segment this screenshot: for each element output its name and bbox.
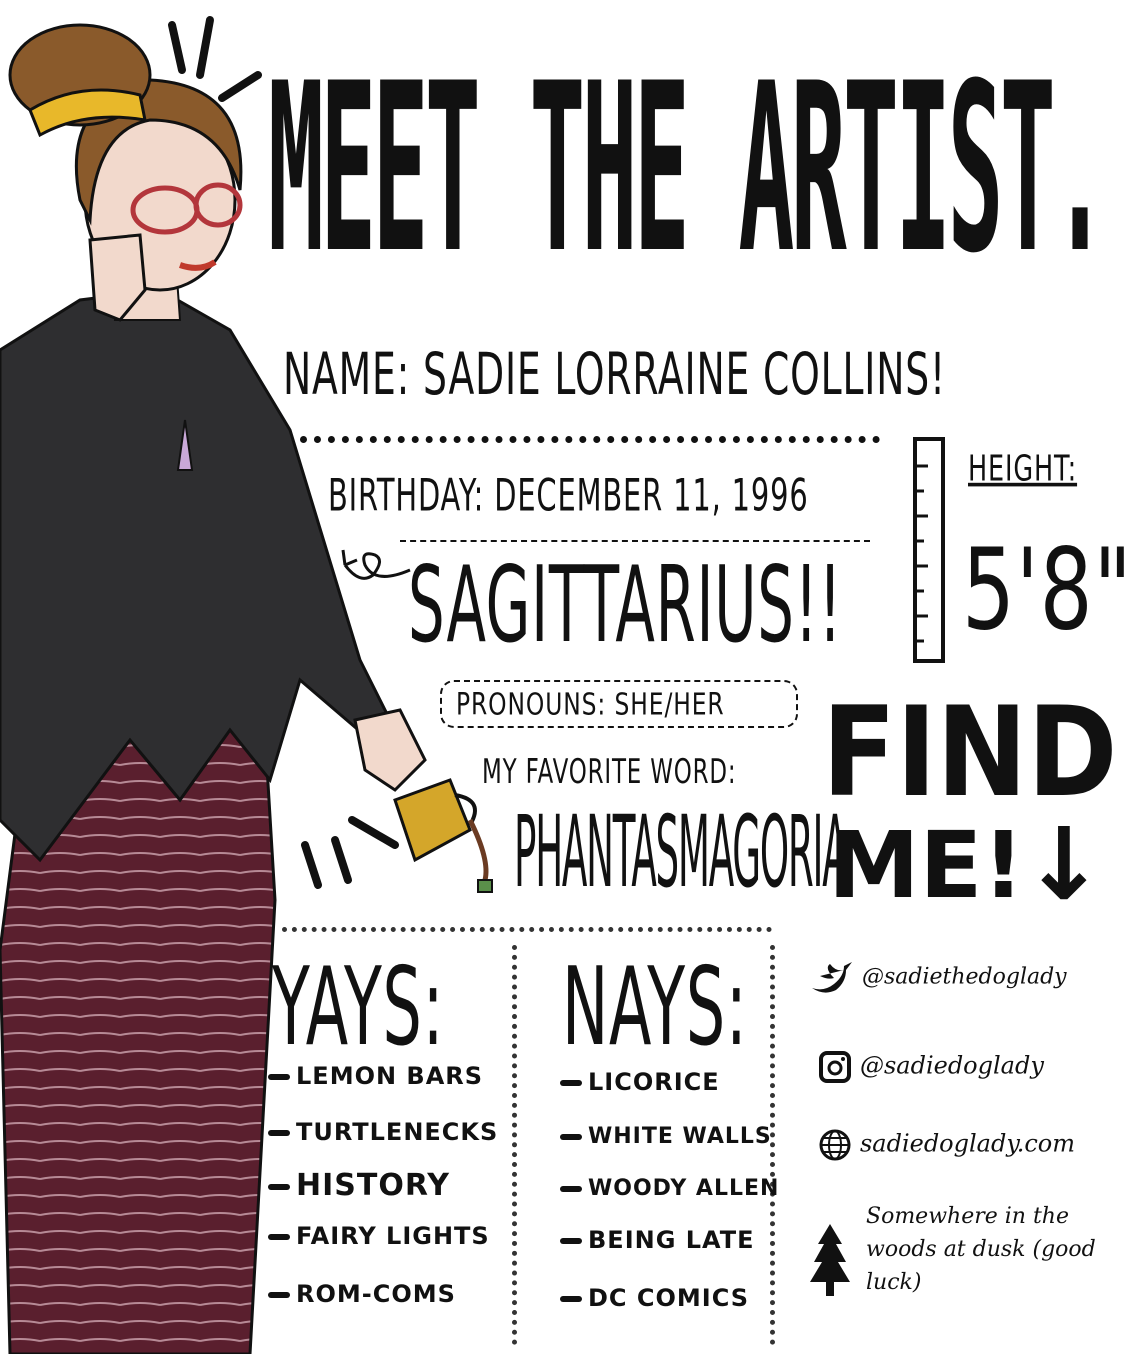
tree-icon	[810, 1224, 850, 1296]
twitter-icon	[812, 962, 852, 993]
find-me-line2: ME!	[828, 812, 1025, 919]
social-instagram[interactable]: @sadiedoglady	[818, 1050, 1044, 1084]
lists-middle-border	[512, 945, 517, 1345]
globe-icon	[819, 1129, 851, 1161]
dashed-divider	[400, 540, 870, 542]
find-me-line1: FIND	[822, 679, 1118, 825]
list-item: WOODY ALLEN	[560, 1176, 779, 1201]
website-link: sadiedoglady.com	[859, 1129, 1075, 1158]
social-twitter[interactable]: @sadiethedoglady	[810, 960, 1067, 994]
twitter-handle: @sadiethedoglady	[861, 964, 1067, 990]
list-item: LEMON BARS	[268, 1062, 483, 1090]
name-line: NAME: SADIE LORRAINE COLLINS!	[283, 340, 946, 408]
favorite-word: PHANTASMAGORIA	[514, 795, 848, 911]
instagram-icon	[819, 1051, 851, 1083]
list-item: ROM-COMS	[268, 1280, 456, 1308]
birthday-line: BIRTHDAY: DECEMBER 11, 1996	[328, 470, 809, 522]
height-value: 5'8"	[962, 525, 1125, 657]
list-item: DC COMICS	[560, 1284, 749, 1312]
list-item: BEING LATE	[560, 1226, 755, 1254]
woods-text: Somewhere in the woods at dusk (good luc…	[866, 1204, 1096, 1295]
dotted-divider	[300, 436, 880, 443]
favorite-word-label: MY FAVORITE WORD:	[482, 752, 737, 792]
instagram-handle: @sadiedoglady	[859, 1051, 1044, 1080]
title-wrap: MEET THE ARTIST.	[268, 20, 1108, 320]
page-title: MEET THE ARTIST.	[268, 35, 1108, 305]
list-item: FAIRY LIGHTS	[268, 1222, 490, 1250]
nays-heading: NAYS:	[562, 945, 748, 1070]
yays-heading: YAYS:	[272, 945, 445, 1070]
ruler-icon	[913, 437, 945, 663]
social-website[interactable]: sadiedoglady.com	[818, 1128, 1075, 1162]
zodiac-sign: SAGITTARIUS!!	[408, 545, 843, 667]
pronouns: PRONOUNS: SHE/HER	[456, 688, 725, 723]
lists-top-border	[282, 927, 772, 932]
list-item: WHITE WALLS	[560, 1124, 772, 1149]
list-item: HISTORY	[268, 1168, 450, 1203]
height-label: HEIGHT:	[968, 448, 1078, 490]
down-arrow-icon: ↓	[1022, 806, 1106, 923]
curly-arrow-icon	[341, 549, 411, 580]
list-item: LICORICE	[560, 1068, 720, 1096]
list-item: TURTLENECKS	[268, 1118, 498, 1146]
